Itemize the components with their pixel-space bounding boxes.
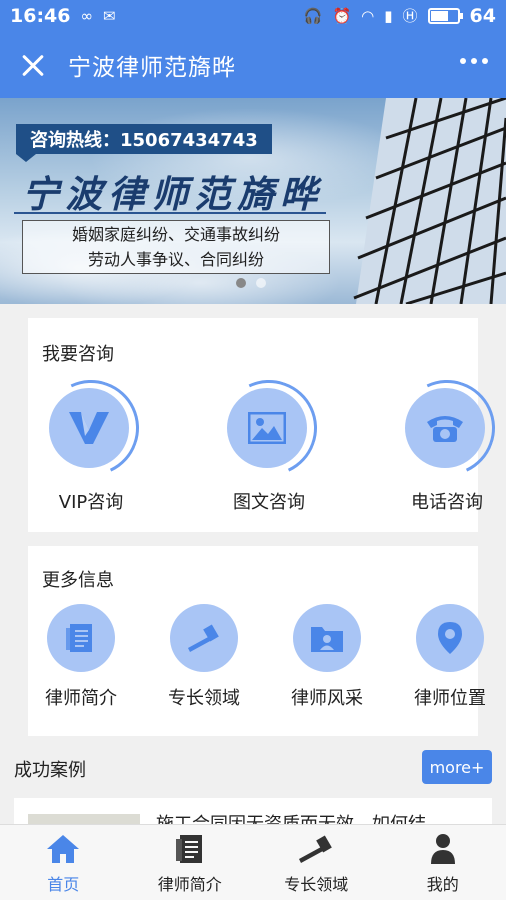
vip-consult-label: VIP咨询 (58, 492, 124, 513)
vip-consult-button[interactable]: VIP咨询 (16, 366, 166, 514)
home-icon (43, 831, 83, 867)
tab-expertise[interactable]: 专长领域 (253, 825, 380, 900)
lawyer-gallery-button[interactable]: 律师风采 (272, 604, 382, 710)
close-icon[interactable] (16, 48, 50, 82)
case-list-item[interactable]: 施工合同因无资质而无效，如何结... (14, 798, 492, 824)
gavel-icon (296, 831, 336, 867)
banner-services-line1: 婚姻家庭纠纷、交通事故纠纷 (71, 225, 280, 244)
battery-fill (430, 11, 448, 21)
page-title: 宁波律师范旖晔 (68, 55, 236, 81)
battery-icon (427, 8, 463, 24)
wifi-icon: ◠ (361, 6, 375, 25)
tab-expertise-label: 专长领域 (284, 874, 349, 894)
tab-lawyer-profile[interactable]: 律师简介 (127, 825, 254, 900)
hotline-pointer (16, 154, 36, 162)
consult-section-title: 我要咨询 (42, 344, 114, 365)
phone-consult-button[interactable]: 电话咨询 (372, 366, 506, 514)
telephone-icon (405, 388, 485, 468)
case-thumbnail (28, 814, 140, 824)
battery-percent: 64 (469, 5, 496, 27)
location-pin-icon (416, 604, 484, 672)
more-options-icon[interactable] (460, 58, 488, 64)
carousel-dot-1[interactable] (236, 278, 246, 288)
tab-home-label: 首页 (47, 874, 80, 894)
lawyer-profile-button[interactable]: 律师简介 (26, 604, 136, 710)
person-icon (423, 831, 463, 867)
lawyer-gallery-label: 律师风采 (291, 688, 363, 709)
lawyer-location-button[interactable]: 律师位置 (395, 604, 505, 710)
success-cases-title: 成功案例 (14, 760, 86, 781)
image-text-consult-label: 图文咨询 (233, 492, 305, 513)
folder-person-icon (293, 604, 361, 672)
carousel-dots (236, 278, 266, 288)
hd-icon: Ⓗ (402, 6, 418, 25)
tab-mine[interactable]: 我的 (380, 825, 506, 900)
document-icon (170, 831, 210, 867)
lawyer-location-label: 律师位置 (414, 688, 486, 709)
signal-icon: ▮ (384, 6, 393, 25)
hotline-label: 咨询热线：15067434743 (16, 124, 272, 154)
mail-icon: ✉ (102, 6, 116, 25)
banner-title: 宁波律师范旖晔 (22, 172, 323, 216)
tab-lawyer-profile-label: 律师简介 (157, 874, 222, 894)
tab-home[interactable]: 首页 (0, 825, 127, 900)
lawyer-profile-label: 律师简介 (45, 688, 117, 709)
more-info-section: 更多信息 律师简介 专长领域 律师风采 律师位置 (26, 546, 486, 736)
document-icon (47, 604, 115, 672)
expertise-button[interactable]: 专长领域 (149, 604, 259, 710)
banner-services-line2: 劳动人事争议、合同纠纷 (87, 250, 264, 269)
infinity-icon: ∞ (80, 6, 93, 25)
case-title: 施工合同因无资质而无效，如何结... (156, 810, 443, 824)
phone-consult-label: 电话咨询 (411, 492, 483, 513)
banner-divider (14, 212, 326, 214)
vip-v-icon (49, 388, 129, 468)
success-cases-header: 成功案例 more+ (0, 750, 506, 786)
consult-section: 我要咨询 VIP咨询 图文咨询 电话咨询 (28, 318, 506, 532)
status-bar: 16:46 ∞ ✉ 🎧 ⏰ ◠ ▮ Ⓗ 64 (0, 0, 506, 32)
banner-carousel[interactable]: 咨询热线：15067434743 宁波律师范旖晔 婚姻家庭纠纷、交通事故纠纷 劳… (0, 98, 506, 304)
more-cases-button[interactable]: more+ (422, 750, 492, 784)
status-time: 16:46 (10, 5, 71, 27)
building-image (353, 98, 506, 304)
gavel-icon (170, 604, 238, 672)
alarm-icon: ⏰ (332, 6, 352, 25)
carousel-dot-2[interactable] (256, 278, 266, 288)
banner-services-box: 婚姻家庭纠纷、交通事故纠纷 劳动人事争议、合同纠纷 (22, 220, 330, 274)
bottom-tab-bar: 首页 律师简介 专长领域 我的 (0, 824, 506, 900)
tab-mine-label: 我的 (426, 874, 459, 894)
headphones-icon: 🎧 (303, 6, 323, 25)
image-icon (227, 388, 307, 468)
image-text-consult-button[interactable]: 图文咨询 (194, 366, 344, 514)
more-info-section-title: 更多信息 (42, 570, 114, 591)
nav-bar: 宁波律师范旖晔 (0, 32, 506, 98)
expertise-label: 专长领域 (168, 688, 240, 709)
